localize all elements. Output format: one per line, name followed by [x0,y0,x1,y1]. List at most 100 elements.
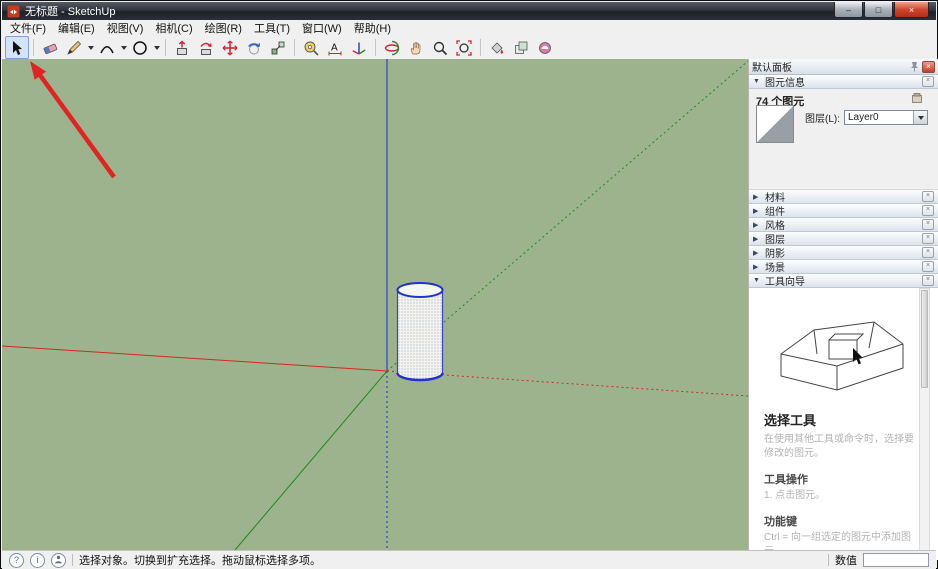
help-icon[interactable]: ? [9,553,24,568]
menu-draw[interactable]: 绘图(R) [199,19,248,37]
status-bar: ? i 选择对象。切换到扩充选择。拖动鼠标选择多项。 数值 [2,550,936,569]
line-tool-button[interactable] [62,36,86,59]
make-component-tool-button[interactable] [509,36,533,59]
layer-dropdown-caret[interactable] [913,111,927,124]
components-title: 组件 [765,203,918,218]
shadows-title: 阴影 [765,245,918,260]
instructor-text: 选择工具 在使用其他工具或命令时，选择要修改的图元。 工具操作 1. 点击图元。… [749,410,930,560]
title-bar: 无标题 - SketchUp – □ × [2,2,936,20]
default-panel: 默认面板 × ▼ 图元信息 × 74 个图元 图层(L): Layer0 [748,59,938,550]
window-controls: – □ × [833,2,929,18]
scenes-close-button[interactable]: × [922,261,934,272]
chevron-right-icon: ▶ [753,193,761,201]
shapes-tool-dropdown[interactable] [119,37,128,58]
materials-close-button[interactable]: × [922,191,934,202]
minimize-button[interactable]: – [834,2,863,18]
paint-bucket-icon [489,40,505,56]
circle-tool-button[interactable] [128,36,152,59]
scrollbar-thumb[interactable] [921,290,928,388]
entity-detail-icon[interactable] [912,93,922,103]
section-layers-header[interactable]: ▶ 图层 × [749,232,938,246]
eraser-icon [42,40,58,56]
material-thumbnail[interactable] [756,105,794,143]
instructor-close-button[interactable]: × [922,275,934,286]
move-icon [222,40,238,56]
circle-tool-dropdown[interactable] [152,37,161,58]
scale-icon [270,40,286,56]
section-entity-info-header[interactable]: ▼ 图元信息 × [749,75,938,89]
svg-text:A: A [331,42,338,53]
section-styles-header[interactable]: ▶ 风格 × [749,218,938,232]
pan-tool-button[interactable] [404,36,428,59]
layer-dropdown[interactable]: Layer0 [844,110,928,125]
section-instructor-header[interactable]: ▼ 工具向导 × [749,274,938,288]
menu-edit[interactable]: 编辑(E) [52,19,101,37]
scenes-title: 场景 [765,259,918,274]
menu-tools[interactable]: 工具(T) [248,19,296,37]
zoom-tool-button[interactable] [428,36,452,59]
instructor-heading: 选择工具 [764,410,914,429]
close-button[interactable]: × [894,2,929,18]
line-tool-dropdown[interactable] [86,37,95,58]
chevron-down-icon: ▼ [753,277,761,284]
dimension-icon: A [327,40,343,56]
orbit-icon [384,40,400,56]
dimension-tool-button[interactable]: A [323,36,347,59]
component-boxes-icon [513,40,529,56]
rotate-tool-button[interactable] [242,36,266,59]
menu-bar: 文件(F) 编辑(E) 视图(V) 相机(C) 绘图(R) 工具(T) 窗口(W… [2,20,936,37]
menu-view[interactable]: 视图(V) [101,19,150,37]
orbit-tool-button[interactable] [380,36,404,59]
select-tool-button[interactable] [5,36,29,59]
instructor-illustration [769,304,919,404]
menu-file[interactable]: 文件(F) [4,19,52,37]
pin-icon[interactable] [910,61,919,72]
follow-me-icon [198,40,214,56]
styles-tool-button[interactable] [533,36,557,59]
pan-hand-icon [408,40,424,56]
measurements-label: 数值 [835,552,857,568]
measurements-input[interactable] [863,553,929,567]
move-tool-button[interactable] [218,36,242,59]
push-pull-icon [174,40,190,56]
tape-measure-icon [303,40,319,56]
maximize-button[interactable]: □ [864,2,893,18]
section-components-header[interactable]: ▶ 组件 × [749,204,938,218]
info-icon[interactable]: i [30,553,45,568]
menu-window[interactable]: 窗口(W) [296,19,348,37]
tape-measure-tool-button[interactable] [299,36,323,59]
menu-camera[interactable]: 相机(C) [149,19,198,37]
circle-icon [132,40,148,56]
entity-info-close-button[interactable]: × [922,76,934,87]
panel-close-button[interactable]: × [922,61,935,73]
section-scenes-header[interactable]: ▶ 场景 × [749,260,938,274]
instructor-ops-title: 工具操作 [764,471,914,487]
menu-help[interactable]: 帮助(H) [348,19,397,37]
zoom-extents-tool-button[interactable] [452,36,476,59]
follow-me-tool-button[interactable] [194,36,218,59]
push-pull-tool-button[interactable] [170,36,194,59]
eraser-tool-button[interactable] [38,36,62,59]
toolbar-separator [375,39,376,56]
shadows-close-button[interactable]: × [922,247,934,258]
status-message: 选择对象。切换到扩充选择。拖动鼠标选择多项。 [79,552,822,568]
sketchup-window: 无标题 - SketchUp – □ × 文件(F) 编辑(E) 视图(V) 相… [0,0,938,569]
section-materials-header[interactable]: ▶ 材料 × [749,190,938,204]
window-title: 无标题 - SketchUp [25,3,115,19]
axes-tool-button[interactable] [347,36,371,59]
styles-close-button[interactable]: × [922,219,934,230]
instructor-scrollbar[interactable] [919,288,930,560]
section-shadows-header[interactable]: ▶ 阴影 × [749,246,938,260]
geolocation-person-icon[interactable] [51,553,66,568]
components-close-button[interactable]: × [922,205,934,216]
shapes-tool-button[interactable] [95,36,119,59]
sketchup-logo-icon [7,5,20,18]
instructor-desc: 在使用其他工具或命令时，选择要修改的图元。 [764,433,914,461]
layers-close-button[interactable]: × [922,233,934,244]
scale-tool-button[interactable] [266,36,290,59]
selected-cylinder[interactable] [398,283,443,380]
viewport[interactable] [2,59,748,550]
paint-bucket-tool-button[interactable] [485,36,509,59]
green-axis [235,371,387,550]
status-divider [72,554,73,566]
